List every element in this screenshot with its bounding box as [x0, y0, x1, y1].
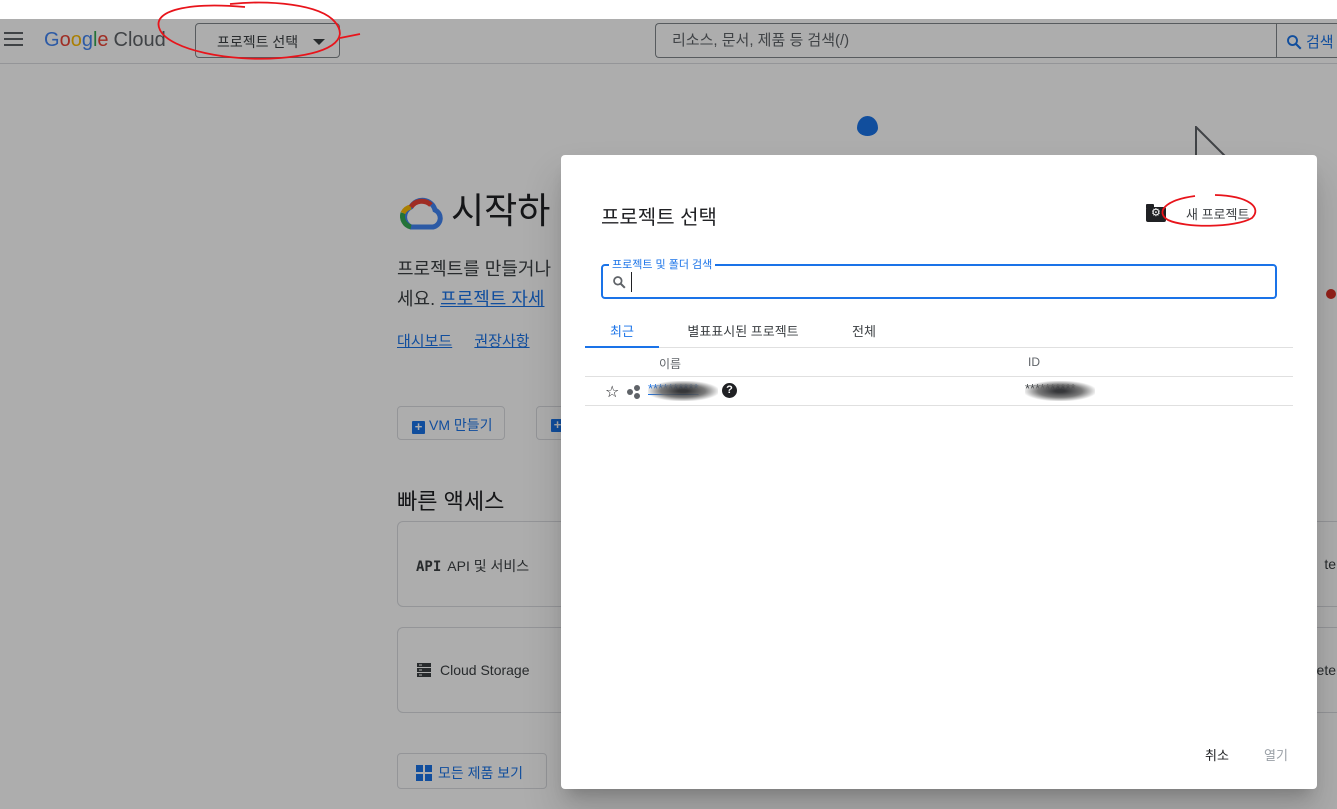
search-icon — [613, 276, 626, 289]
project-search-input[interactable] — [631, 272, 1251, 292]
dialog-tabs: 최근 별표표시된 프로젝트 전체 — [585, 312, 1293, 348]
help-icon[interactable]: ? — [722, 383, 737, 398]
tab-all[interactable]: 전체 — [841, 312, 887, 348]
column-header-name[interactable]: 이름 — [659, 355, 681, 372]
project-node-icon — [627, 385, 641, 399]
folder-settings-icon — [1146, 204, 1166, 222]
column-header-id[interactable]: ID — [1028, 355, 1040, 369]
tab-starred[interactable]: 별표표시된 프로젝트 — [677, 312, 809, 348]
project-search-field[interactable]: 프로젝트 및 폴더 검색 — [601, 256, 1277, 299]
new-project-button[interactable]: 새 프로젝트 — [1146, 204, 1249, 223]
tab-recent[interactable]: 최근 — [585, 312, 659, 348]
table-row[interactable]: ☆ ********** ? ********** — [585, 376, 1293, 406]
project-select-dialog: 프로젝트 선택 새 프로젝트 프로젝트 및 폴더 검색 최근 별표표시된 프로젝… — [561, 155, 1317, 789]
cancel-button[interactable]: 취소 — [1205, 745, 1229, 764]
dialog-title: 프로젝트 선택 — [601, 207, 717, 229]
project-search-label: 프로젝트 및 폴더 검색 — [609, 256, 716, 272]
project-name-link[interactable]: ********** — [648, 381, 718, 401]
star-icon[interactable]: ☆ — [605, 382, 619, 402]
open-button[interactable]: 열기 — [1264, 745, 1288, 764]
project-id: ********** — [1025, 381, 1095, 401]
